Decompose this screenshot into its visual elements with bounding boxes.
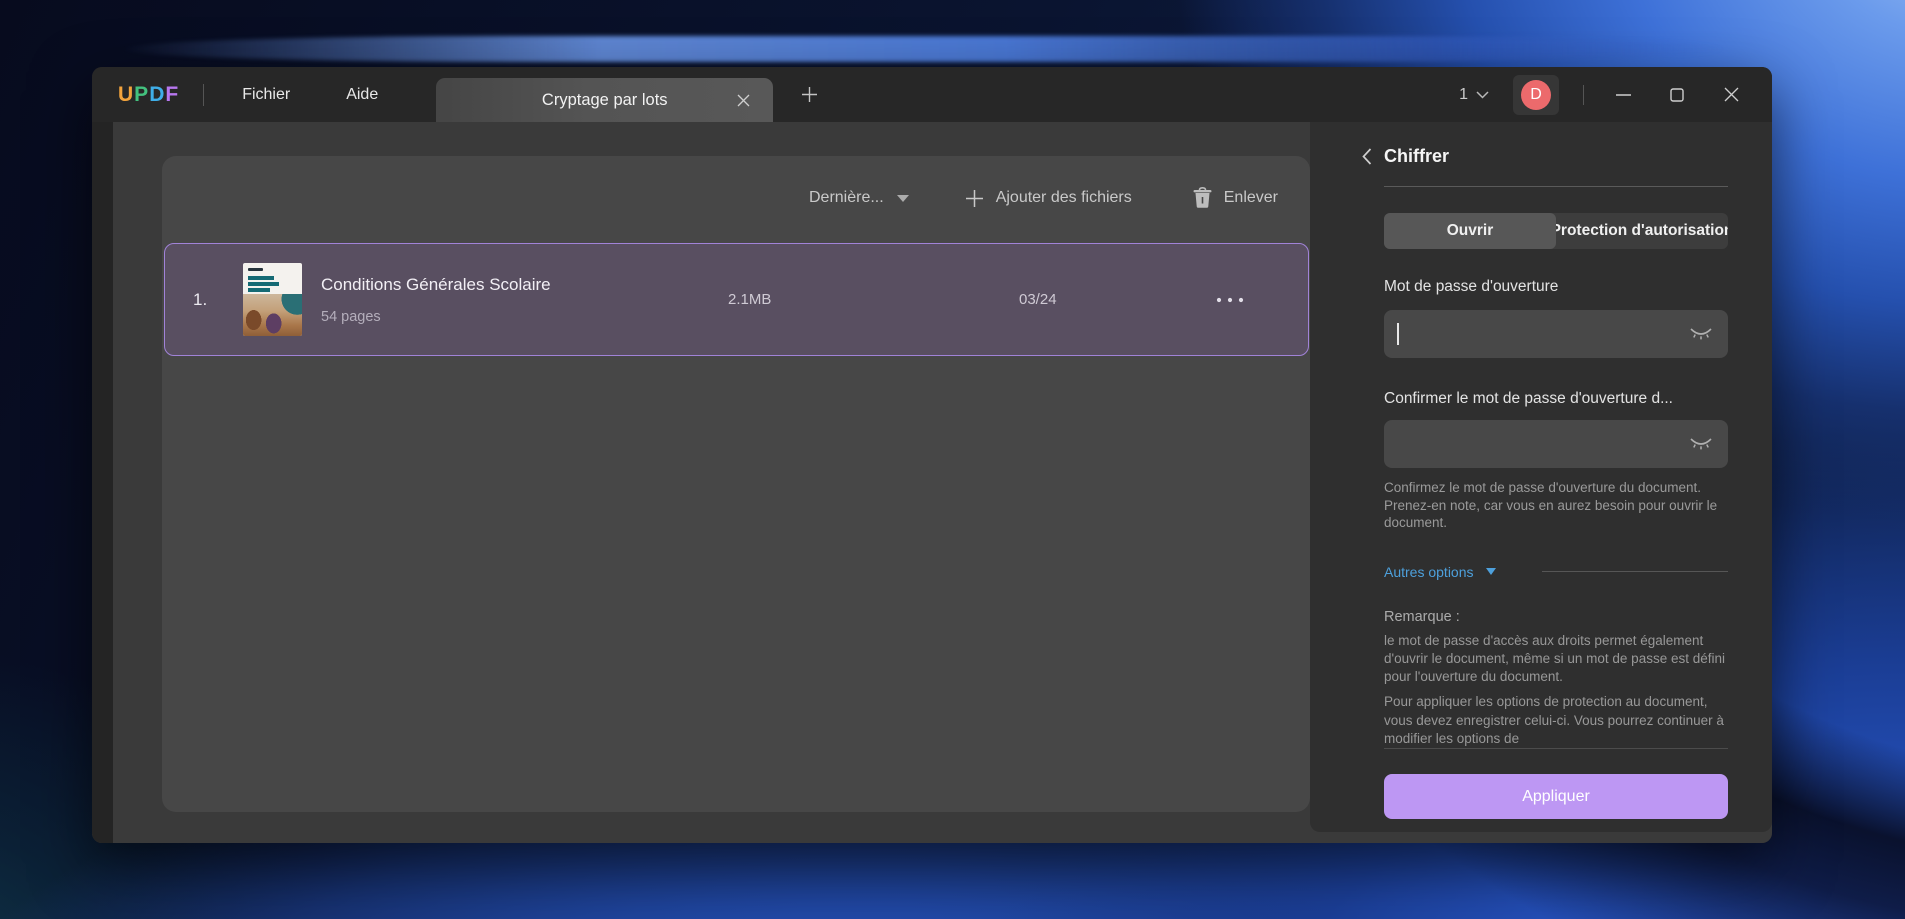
tab-label: Cryptage par lots: [542, 91, 668, 110]
file-text-block: Conditions Générales Scolaire 54 pages: [321, 275, 681, 325]
logo-letter: D: [149, 83, 165, 107]
wallpaper-ribbon: [120, 36, 1725, 62]
tab-cryptage-par-lots[interactable]: Cryptage par lots: [436, 78, 773, 122]
note-paragraph: Pour appliquer les options de protection…: [1384, 693, 1728, 748]
avatar: D: [1521, 80, 1551, 110]
more-options-link[interactable]: Autres options: [1384, 564, 1496, 580]
open-docs-dropdown[interactable]: 1: [1459, 86, 1489, 104]
remove-button[interactable]: Enlever: [1192, 187, 1278, 209]
confirm-password-label: Confirmer le mot de passe d'ouverture d.…: [1384, 390, 1728, 410]
menu-fichier[interactable]: Fichier: [232, 80, 300, 110]
maximize-button[interactable]: [1662, 80, 1692, 110]
confirm-password-input[interactable]: [1397, 420, 1684, 468]
file-date: 03/24: [1019, 291, 1216, 308]
updf-logo: U P D F: [118, 83, 179, 107]
list-toolbar: Dernière... Ajouter des fichiers: [162, 176, 1310, 220]
close-button[interactable]: [1716, 80, 1746, 110]
sort-dropdown[interactable]: Dernière...: [809, 189, 909, 207]
remove-label: Enlever: [1224, 189, 1278, 207]
titlebar-right: 1 D: [1459, 75, 1772, 115]
note-title: Remarque :: [1384, 609, 1728, 627]
options-divider-line: [1542, 571, 1729, 572]
file-row-selected[interactable]: 1. Conditions Générales Scolaire 54 page…: [164, 243, 1309, 356]
updf-window: U P D F Fichier Aide Cryptage par lots 1: [92, 67, 1772, 843]
menu-aide[interactable]: Aide: [336, 80, 388, 110]
caret-down-icon: [1486, 568, 1496, 575]
more-options-label: Autres options: [1384, 564, 1474, 580]
back-button[interactable]: [1356, 145, 1378, 167]
panel-title: Chiffrer: [1384, 146, 1449, 167]
file-title: Conditions Générales Scolaire: [321, 275, 681, 295]
confirm-help-text: Confirmez le mot de passe d'ouverture du…: [1384, 479, 1728, 532]
trash-icon: [1192, 187, 1213, 209]
file-size: 2.1MB: [681, 291, 1019, 308]
open-docs-count: 1: [1459, 86, 1468, 104]
logo-letter: U: [118, 83, 134, 107]
tab-ouvrir[interactable]: Ouvrir: [1384, 213, 1556, 249]
caret-down-icon: [897, 195, 909, 202]
logo-letter: P: [134, 83, 149, 107]
eye-closed-icon[interactable]: [1688, 322, 1714, 346]
chevron-down-icon: [1476, 91, 1489, 99]
center-column: Dernière... Ajouter des fichiers: [113, 122, 1310, 843]
open-password-field: [1384, 310, 1728, 358]
note-text: le mot de passe d'accès aux droits perme…: [1384, 632, 1728, 748]
titlebar-separator: [203, 84, 204, 106]
new-tab-button[interactable]: [795, 81, 823, 109]
text-caret: [1397, 323, 1399, 345]
options-row: Autres options: [1384, 562, 1728, 582]
panel-divider: [1384, 186, 1728, 187]
tab-close-icon[interactable]: [733, 90, 753, 110]
add-files-label: Ajouter des fichiers: [996, 189, 1132, 207]
account-button[interactable]: D: [1513, 75, 1559, 115]
chiffrer-panel: Chiffrer Ouvrir Protection d'autorisatio…: [1310, 122, 1772, 832]
minimize-button[interactable]: [1608, 80, 1638, 110]
file-more-actions[interactable]: [1216, 297, 1308, 303]
titlebar: U P D F Fichier Aide Cryptage par lots 1: [92, 67, 1772, 122]
apply-button[interactable]: Appliquer: [1384, 774, 1728, 819]
window-body: Dernière... Ajouter des fichiers: [92, 122, 1772, 843]
file-pages: 54 pages: [321, 309, 681, 325]
file-index: 1.: [193, 290, 231, 310]
sort-label: Dernière...: [809, 189, 884, 207]
open-password-label: Mot de passe d'ouverture: [1384, 278, 1728, 298]
panel-header: Chiffrer: [1384, 143, 1728, 169]
tab-protection-autorisation[interactable]: Protection d'autorisation: [1556, 213, 1728, 249]
chevron-left-icon: [1362, 148, 1372, 165]
titlebar-separator: [1583, 85, 1584, 105]
left-edge-strip: [92, 122, 113, 843]
bottom-divider: [1384, 748, 1728, 749]
logo-letter: F: [165, 83, 179, 107]
confirm-password-field: [1384, 420, 1728, 468]
file-list-panel: Dernière... Ajouter des fichiers: [162, 156, 1310, 812]
eye-closed-icon[interactable]: [1688, 432, 1714, 456]
more-actions-icon: [1216, 297, 1244, 303]
plus-icon: [965, 189, 984, 208]
file-thumbnail: [243, 263, 302, 336]
note-paragraph: le mot de passe d'accès aux droits perme…: [1384, 632, 1728, 687]
password-type-tabs: Ouvrir Protection d'autorisation: [1384, 213, 1728, 249]
add-files-button[interactable]: Ajouter des fichiers: [965, 189, 1132, 208]
desktop-wallpaper: U P D F Fichier Aide Cryptage par lots 1: [0, 0, 1905, 919]
open-password-input[interactable]: [1397, 310, 1684, 358]
